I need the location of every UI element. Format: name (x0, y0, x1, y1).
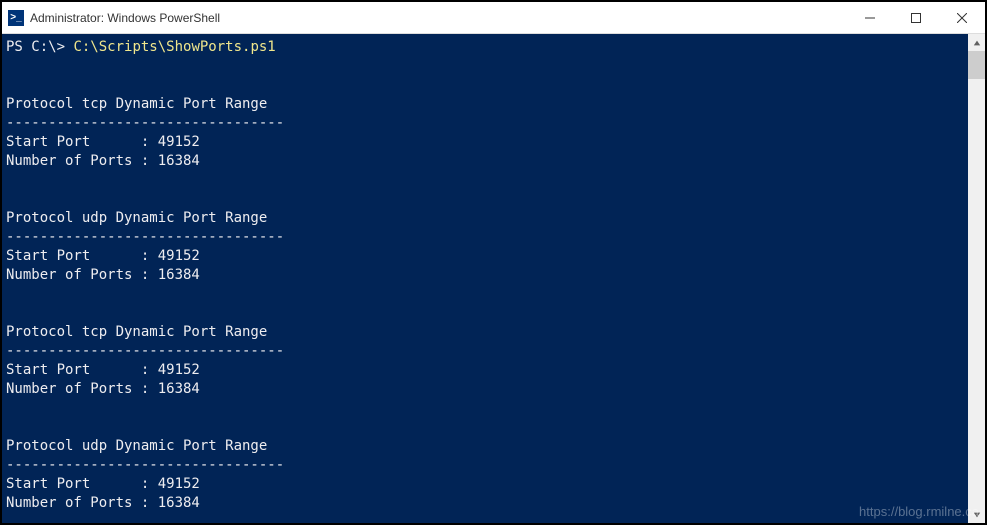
scroll-track[interactable] (968, 51, 985, 506)
output-line: Protocol tcp Dynamic Port Range (6, 324, 267, 340)
powershell-icon: >_ (8, 10, 24, 26)
output-line: --------------------------------- (6, 115, 284, 131)
scroll-thumb[interactable] (968, 51, 985, 79)
output-line: Number of Ports : 16384 (6, 495, 200, 511)
titlebar[interactable]: >_ Administrator: Windows PowerShell (2, 2, 985, 34)
output-line: Number of Ports : 16384 (6, 381, 200, 397)
maximize-button[interactable] (893, 2, 939, 33)
terminal-wrapper: PS C:\> C:\Scripts\ShowPorts.ps1 Protoco… (2, 34, 985, 523)
prompt-prefix: PS C:\> (6, 39, 73, 55)
output-line: Start Port : 49152 (6, 362, 200, 378)
window-title: Administrator: Windows PowerShell (30, 11, 847, 25)
output-line: Start Port : 49152 (6, 248, 200, 264)
output-line: Number of Ports : 16384 (6, 153, 200, 169)
output-line: --------------------------------- (6, 457, 284, 473)
scroll-down-arrow[interactable] (968, 506, 985, 523)
output-line: Number of Ports : 16384 (6, 267, 200, 283)
output-line: --------------------------------- (6, 343, 284, 359)
prompt-command: C:\Scripts\ShowPorts.ps1 (73, 39, 275, 55)
output-line: Start Port : 49152 (6, 476, 200, 492)
output-line: Protocol udp Dynamic Port Range (6, 210, 267, 226)
output-line: Start Port : 49152 (6, 134, 200, 150)
vertical-scrollbar[interactable] (968, 34, 985, 523)
close-button[interactable] (939, 2, 985, 33)
minimize-button[interactable] (847, 2, 893, 33)
terminal-output[interactable]: PS C:\> C:\Scripts\ShowPorts.ps1 Protoco… (2, 34, 968, 523)
output-line: Protocol tcp Dynamic Port Range (6, 96, 267, 112)
window-controls (847, 2, 985, 33)
scroll-up-arrow[interactable] (968, 34, 985, 51)
output-line: --------------------------------- (6, 229, 284, 245)
output-line: Protocol udp Dynamic Port Range (6, 438, 267, 454)
